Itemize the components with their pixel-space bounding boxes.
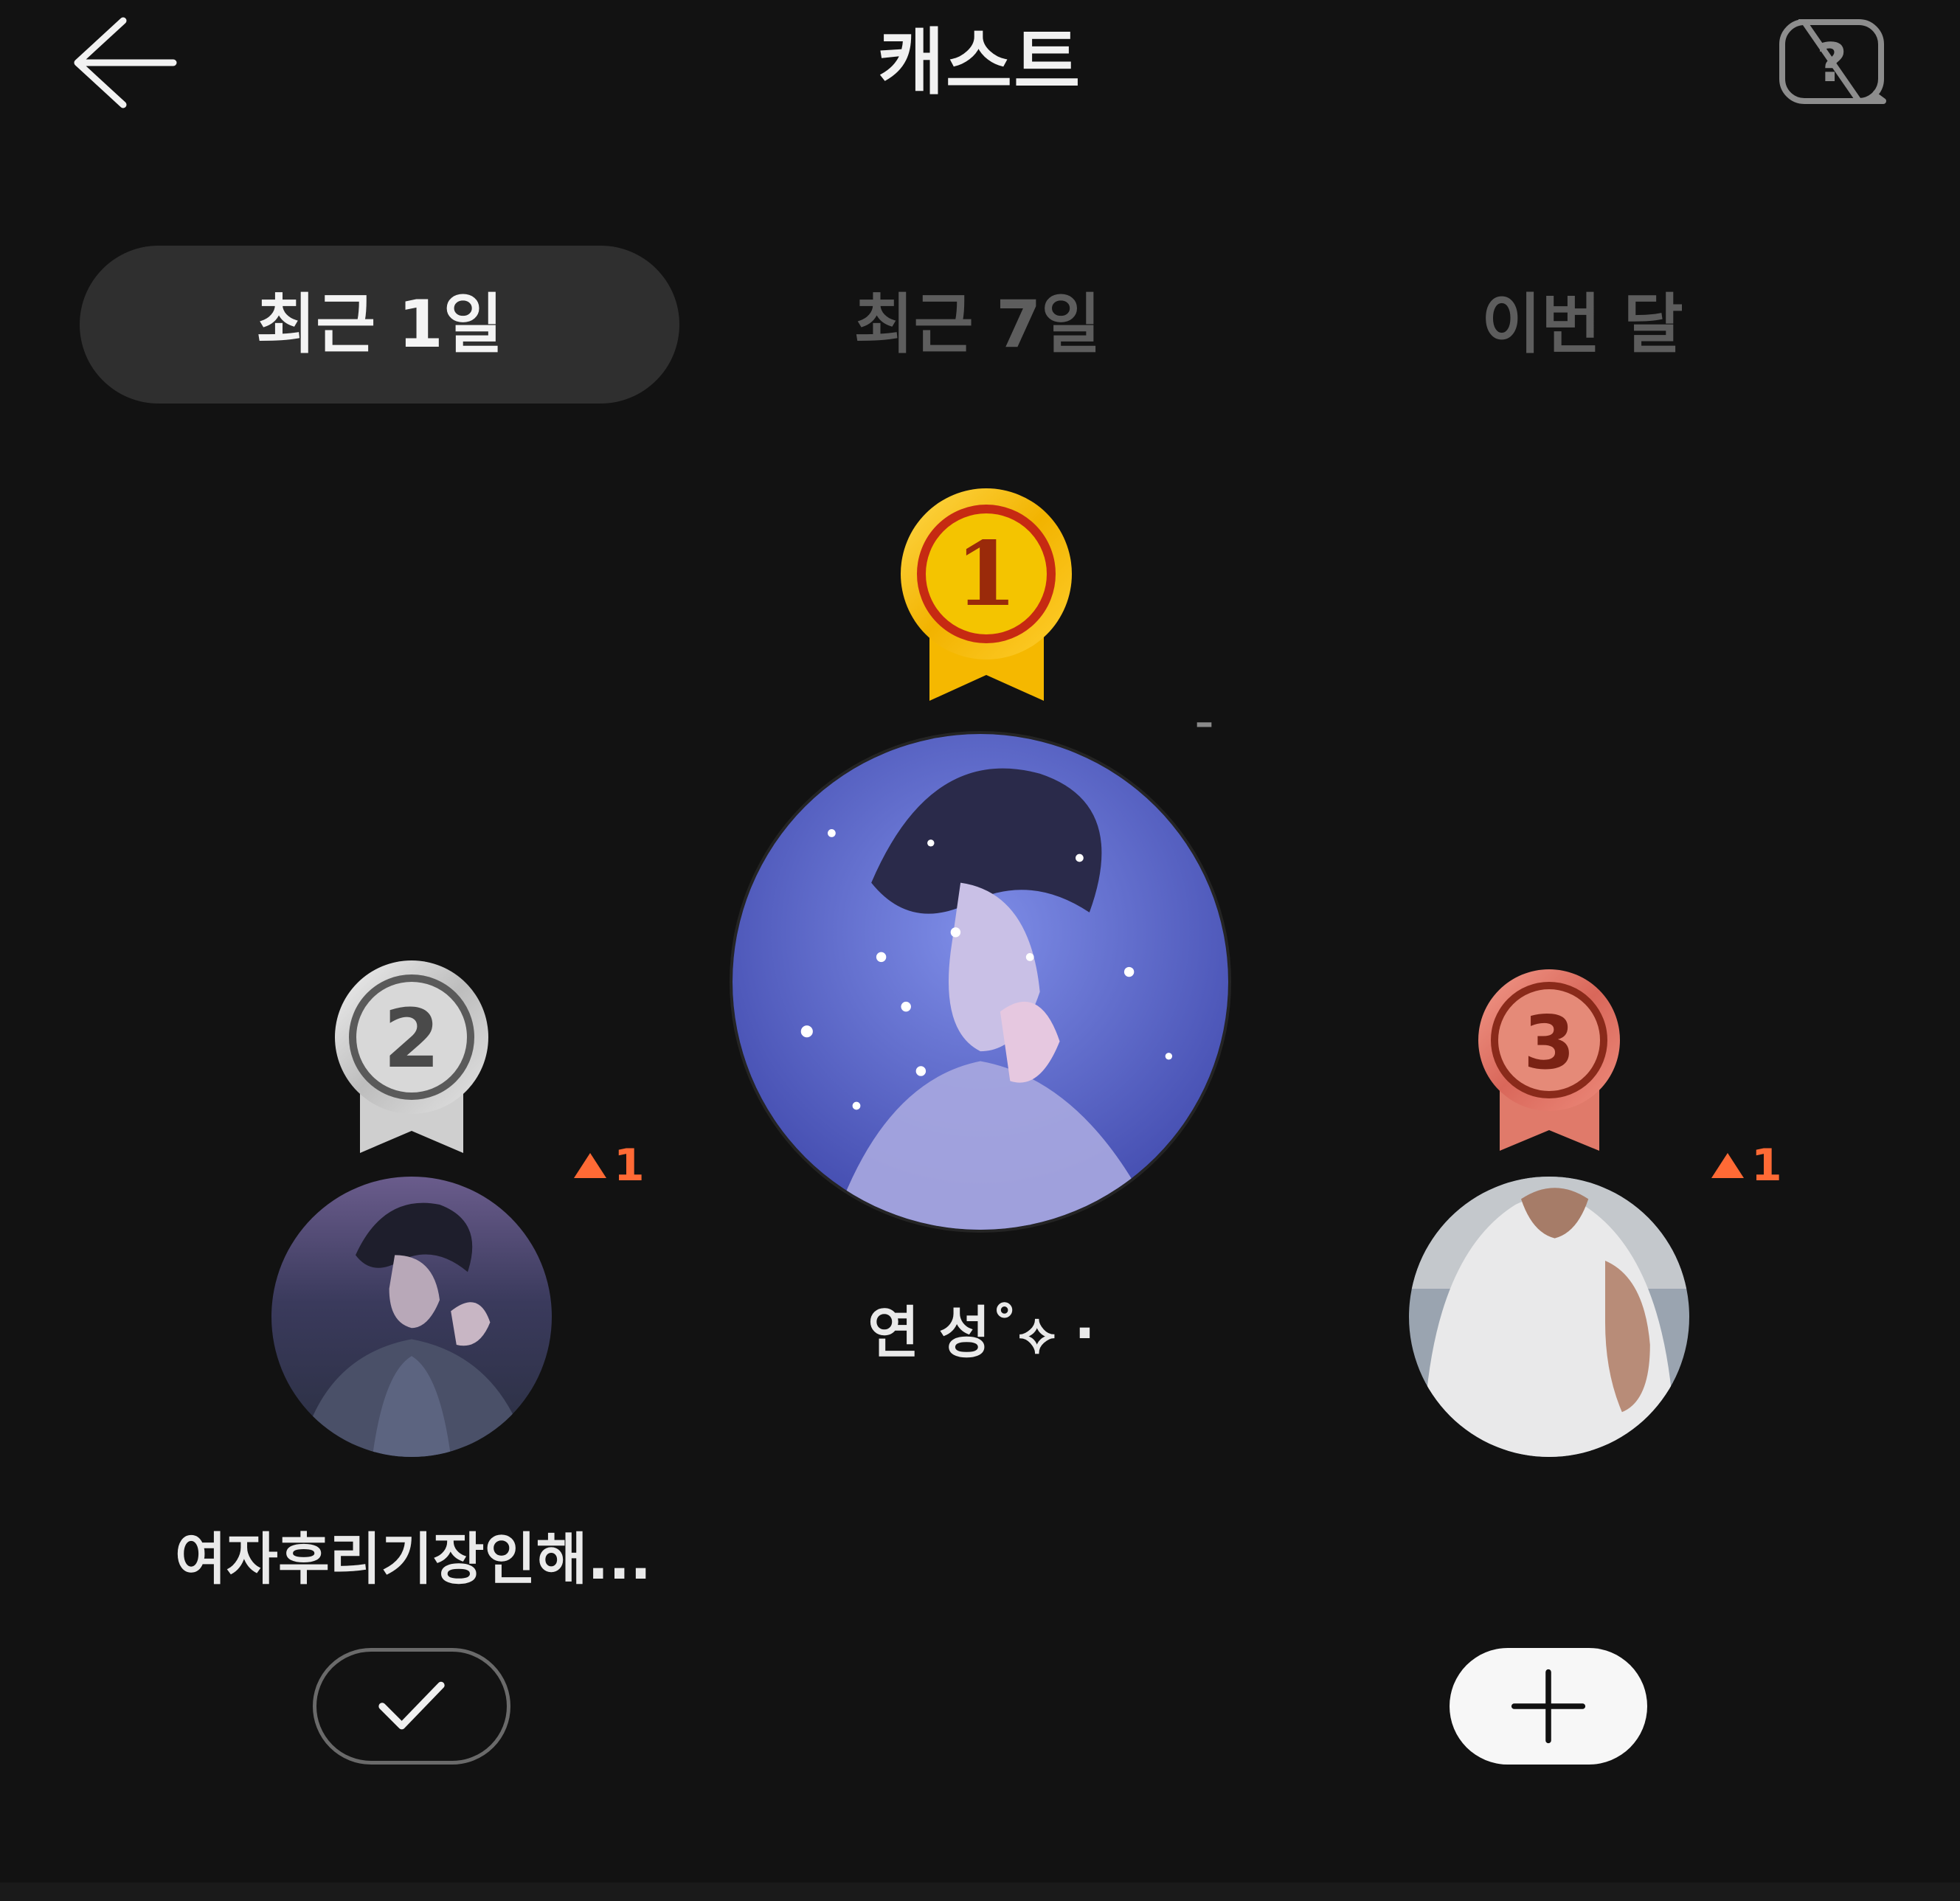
avatar-rank-1[interactable] bbox=[733, 734, 1228, 1230]
svg-text:?: ? bbox=[1816, 32, 1847, 94]
back-button[interactable] bbox=[70, 15, 181, 111]
gold-medal-icon: 1 bbox=[896, 487, 1077, 704]
rank-change-value: 1 bbox=[1751, 1140, 1782, 1191]
arrow-left-icon bbox=[74, 17, 177, 108]
avatar-image bbox=[733, 734, 1228, 1230]
tab-recent-1-day[interactable]: 최근 1일 bbox=[80, 246, 679, 404]
follow-button[interactable] bbox=[1450, 1648, 1647, 1765]
rank-change-1: – bbox=[1195, 701, 1213, 744]
tab-recent-7-days[interactable]: 최근 7일 bbox=[811, 246, 1143, 404]
rank-change-value: 1 bbox=[614, 1140, 645, 1191]
bronze-medal-icon: 3 bbox=[1474, 966, 1625, 1154]
creator-name-rank-2[interactable]: 여자후리기장인해... bbox=[148, 1514, 679, 1595]
bottom-edge bbox=[0, 1883, 1960, 1901]
creator-name-rank-1[interactable]: 연 성˚⟡ ‧ bbox=[760, 1287, 1202, 1368]
avatar-image bbox=[271, 1177, 552, 1457]
rank-change-2: 1 bbox=[574, 1140, 645, 1191]
silver-medal-icon: 2 bbox=[330, 958, 493, 1157]
check-icon bbox=[378, 1681, 445, 1730]
tab-this-month[interactable]: 이번 달 bbox=[1416, 246, 1748, 404]
rank-change-value: – bbox=[1195, 701, 1213, 744]
rank-up-icon bbox=[1711, 1153, 1744, 1178]
help-bubble-icon: ? bbox=[1779, 19, 1886, 104]
help-button[interactable]: ? bbox=[1776, 16, 1887, 108]
plus-icon bbox=[1511, 1669, 1586, 1744]
page-title: 캐스트 bbox=[877, 21, 1082, 105]
avatar-rank-3[interactable] bbox=[1409, 1177, 1689, 1457]
avatar-rank-2[interactable] bbox=[271, 1177, 552, 1457]
rank-change-3: 1 bbox=[1711, 1140, 1782, 1191]
svg-text:2: 2 bbox=[384, 991, 440, 1086]
rank-up-icon bbox=[574, 1153, 606, 1178]
following-button[interactable] bbox=[313, 1648, 510, 1765]
svg-text:3: 3 bbox=[1523, 1000, 1575, 1086]
avatar-image bbox=[1409, 1177, 1689, 1457]
svg-text:1: 1 bbox=[955, 522, 1017, 626]
